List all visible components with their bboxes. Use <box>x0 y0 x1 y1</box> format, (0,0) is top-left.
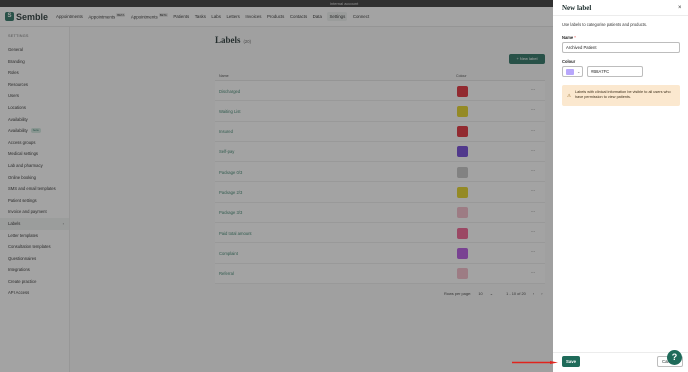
warning-text: Labels with clinical information be visi… <box>575 89 671 100</box>
modal-backdrop[interactable] <box>0 0 553 372</box>
close-icon[interactable]: × <box>678 5 682 11</box>
colour-picker[interactable]: ⌄ <box>562 66 583 77</box>
name-label: Name * <box>562 35 576 40</box>
name-label-text: Name <box>562 35 574 40</box>
colour-swatch <box>566 69 574 75</box>
required-mark: * <box>574 35 576 40</box>
save-button[interactable]: Save <box>562 356 580 367</box>
colour-hex-input[interactable]: #B8A7FC <box>587 66 643 77</box>
panel-description: Use labels to categorise patients and pr… <box>562 22 648 27</box>
name-input[interactable]: Archived Patient <box>562 42 680 53</box>
warning-callout: ⚠ Labels with clinical information be vi… <box>562 85 680 106</box>
divider <box>553 15 688 16</box>
warning-icon: ⚠ <box>567 93 572 98</box>
colour-label: Colour <box>562 59 576 64</box>
chevron-down-icon: ⌄ <box>577 68 581 74</box>
annotation-arrow <box>512 361 558 364</box>
new-label-panel: New label × Use labels to categorise pat… <box>553 0 688 372</box>
panel-title: New label <box>562 4 592 12</box>
help-button[interactable]: ? <box>667 350 682 365</box>
